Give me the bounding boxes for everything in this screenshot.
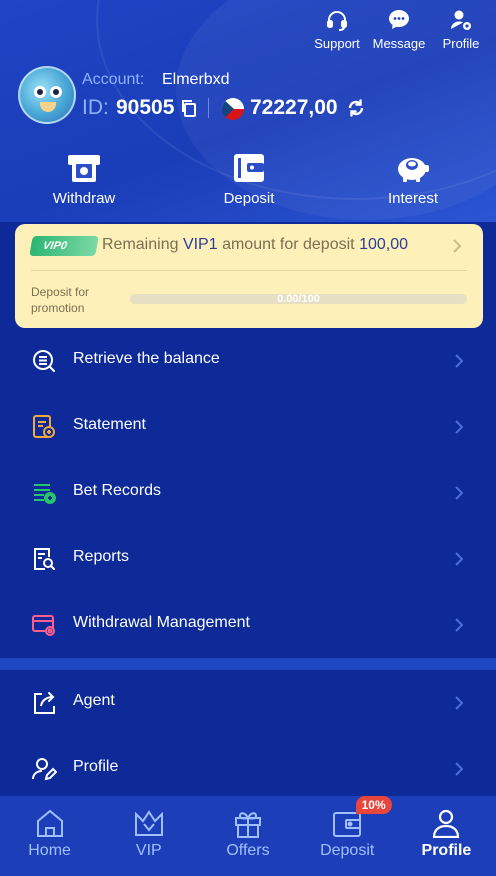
menu-item-retrieve-balance[interactable]: Retrieve the balance xyxy=(0,328,496,394)
user-edit-icon xyxy=(32,758,57,781)
nav-offers-label: Offers xyxy=(226,842,270,859)
czech-flag-icon xyxy=(222,98,244,120)
deposit-button[interactable]: Deposit xyxy=(194,152,304,207)
vip-amount: 100,00 xyxy=(359,236,408,253)
bet-records-icon xyxy=(34,484,56,504)
deposit-label: Deposit xyxy=(223,190,275,207)
nav-profile-label: Profile xyxy=(421,842,472,859)
deposit-bonus-badge: 10% xyxy=(355,796,392,814)
chevron-right-icon xyxy=(455,486,464,500)
menu-item-profile[interactable]: Profile xyxy=(0,736,496,802)
account-name: Elmerbxd xyxy=(162,71,230,88)
profile-page: Support Message Profile Account: Elmerbx… xyxy=(0,0,496,876)
vip-badge: VIP0 xyxy=(29,236,99,256)
chevron-right-icon xyxy=(455,420,464,434)
nav-deposit-label: Deposit xyxy=(320,842,375,859)
interest-label: Interest xyxy=(387,190,439,207)
vip-text: Remaining VIP1 amount for deposit 100,00 xyxy=(102,236,408,254)
id-value: 90505 xyxy=(116,96,175,119)
account-menu: Retrieve the balance Statement Bet Recor… xyxy=(0,328,496,658)
refresh-icon[interactable] xyxy=(346,98,366,118)
menu-item-withdrawal-management[interactable]: Withdrawal Management xyxy=(0,592,496,658)
withdraw-label: Withdraw xyxy=(52,190,116,207)
nav-home[interactable]: Home xyxy=(0,796,99,876)
chevron-right-icon xyxy=(453,239,462,253)
support-label: Support xyxy=(314,36,360,51)
statement-icon xyxy=(33,415,55,438)
chevron-right-icon xyxy=(455,354,464,368)
nav-vip[interactable]: VIP xyxy=(99,796,198,876)
profile-settings-label: Profile xyxy=(442,36,480,51)
account-menu-secondary: Agent Profile xyxy=(0,670,496,802)
avatar[interactable] xyxy=(18,66,76,124)
vip-next-level: VIP1 xyxy=(182,236,218,253)
share-icon xyxy=(34,692,55,714)
gift-icon xyxy=(235,812,261,838)
nav-deposit[interactable]: Deposit 10% xyxy=(298,796,397,876)
coins-search-icon xyxy=(33,350,55,372)
message-label: Message xyxy=(372,36,426,51)
id-label: ID: xyxy=(82,96,109,119)
section-divider xyxy=(0,658,496,670)
support-button[interactable]: Support xyxy=(312,8,362,51)
report-search-icon xyxy=(34,548,55,570)
vip-divider xyxy=(31,270,467,271)
menu-item-label: Agent xyxy=(73,692,115,709)
menu-item-reports[interactable]: Reports xyxy=(0,526,496,592)
vip-progress-text: 0.00/100 xyxy=(277,293,320,305)
bottom-navigation: Home VIP Offers Deposit 10% Profile xyxy=(0,796,496,876)
piggy-bank-icon xyxy=(398,158,429,182)
menu-item-label: Profile xyxy=(73,758,119,775)
profile-settings-button[interactable]: Profile xyxy=(436,8,486,51)
copy-icon[interactable] xyxy=(180,99,198,117)
home-icon xyxy=(36,809,63,837)
chevron-right-icon xyxy=(455,618,464,632)
chat-bubble-icon xyxy=(389,10,409,29)
crown-icon xyxy=(134,810,163,836)
header-divider xyxy=(208,98,209,118)
vip-text-before: Remaining xyxy=(102,236,179,253)
menu-item-bet-records[interactable]: Bet Records xyxy=(0,460,496,526)
nav-profile[interactable]: Profile xyxy=(397,796,496,876)
user-icon xyxy=(433,809,460,838)
nav-home-label: Home xyxy=(28,842,71,859)
nav-vip-label: VIP xyxy=(135,842,162,859)
menu-item-agent[interactable]: Agent xyxy=(0,670,496,736)
balance-value: 72227,00 xyxy=(250,96,338,119)
user-settings-icon xyxy=(451,10,471,30)
account-label: Account: xyxy=(82,71,145,88)
chevron-right-icon xyxy=(455,696,464,710)
menu-item-label: Retrieve the balance xyxy=(73,350,220,367)
menu-item-label: Statement xyxy=(73,416,146,433)
menu-item-label: Bet Records xyxy=(73,482,162,499)
chevron-right-icon xyxy=(455,762,464,776)
chevron-right-icon xyxy=(455,552,464,566)
menu-item-statement[interactable]: Statement xyxy=(0,394,496,460)
vip-text-middle: amount for deposit xyxy=(222,236,355,253)
withdraw-icon xyxy=(68,155,100,182)
account-header: Support Message Profile Account: Elmerbx… xyxy=(0,0,496,222)
vip-sub-label: Deposit for promotion xyxy=(31,285,90,315)
headset-icon xyxy=(327,11,347,31)
menu-item-label: Reports xyxy=(73,548,130,565)
menu-item-label: Withdrawal Management xyxy=(73,614,250,631)
interest-button[interactable]: Interest xyxy=(358,152,468,207)
message-button[interactable]: Message xyxy=(372,8,426,51)
card-settings-icon xyxy=(32,615,55,636)
nav-offers[interactable]: Offers xyxy=(198,796,297,876)
vip-progress-bar: 0.00/100 xyxy=(130,293,467,305)
top-actions: Support Message Profile xyxy=(312,8,486,51)
vip-progress-card[interactable]: VIP0 Remaining VIP1 amount for deposit 1… xyxy=(15,224,483,328)
withdraw-button[interactable]: Withdraw xyxy=(29,152,139,207)
wallet-icon xyxy=(234,154,264,182)
